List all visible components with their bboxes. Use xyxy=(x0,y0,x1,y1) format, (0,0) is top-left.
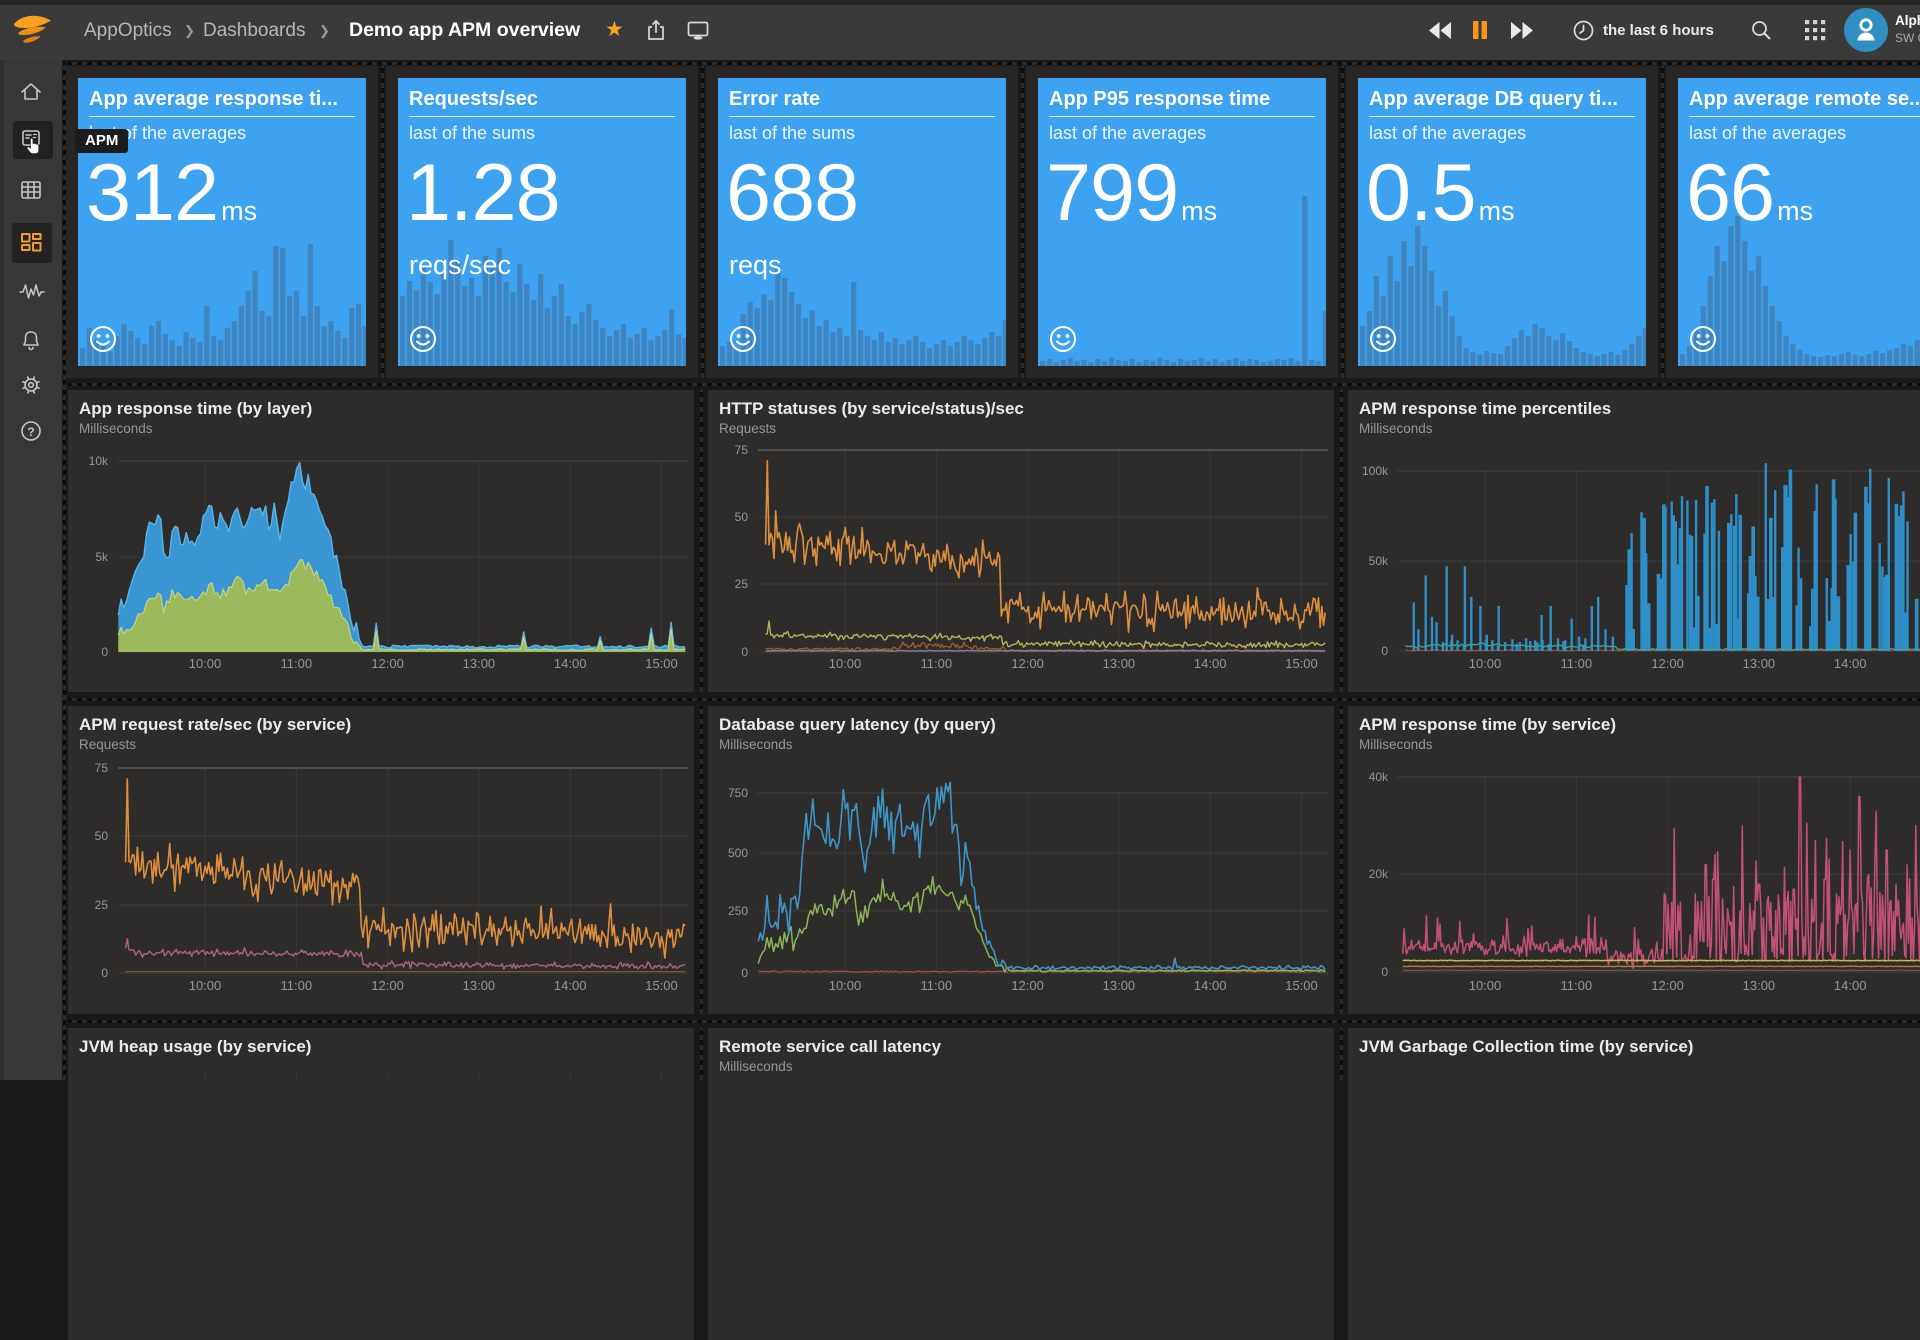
svg-text:12:00: 12:00 xyxy=(371,978,404,993)
svg-text:13:00: 13:00 xyxy=(463,656,496,671)
svg-text:12:00: 12:00 xyxy=(1651,656,1684,671)
svg-text:0: 0 xyxy=(741,966,748,980)
svg-text:75: 75 xyxy=(95,761,109,775)
svg-text:12:00: 12:00 xyxy=(1011,978,1044,993)
svg-text:10:00: 10:00 xyxy=(1469,656,1502,671)
svg-text:500: 500 xyxy=(728,846,748,860)
svg-text:40k: 40k xyxy=(1369,770,1389,784)
svg-text:14:00: 14:00 xyxy=(1194,978,1227,993)
svg-text:20k: 20k xyxy=(1369,867,1389,881)
svg-text:11:00: 11:00 xyxy=(1561,656,1593,671)
svg-text:13:00: 13:00 xyxy=(1743,656,1776,671)
svg-text:12:00: 12:00 xyxy=(1651,978,1684,993)
svg-text:14:00: 14:00 xyxy=(1834,978,1867,993)
svg-text:11:00: 11:00 xyxy=(921,656,953,671)
svg-text:0: 0 xyxy=(101,966,108,980)
svg-text:10:00: 10:00 xyxy=(1469,978,1502,993)
svg-text:25: 25 xyxy=(735,577,749,591)
svg-text:15:00: 15:00 xyxy=(645,656,678,671)
svg-text:75: 75 xyxy=(735,443,749,457)
svg-text:12:00: 12:00 xyxy=(1011,656,1044,671)
svg-text:10:00: 10:00 xyxy=(829,978,862,993)
svg-text:12:00: 12:00 xyxy=(371,656,404,671)
svg-text:11:00: 11:00 xyxy=(1561,978,1593,993)
svg-text:10:00: 10:00 xyxy=(829,656,862,671)
svg-text:14:00: 14:00 xyxy=(554,978,587,993)
svg-text:13:00: 13:00 xyxy=(463,978,496,993)
svg-text:15:00: 15:00 xyxy=(645,978,678,993)
svg-text:50k: 50k xyxy=(1369,554,1389,568)
svg-text:750: 750 xyxy=(728,786,748,800)
svg-text:10k: 10k xyxy=(89,454,109,468)
svg-text:?: ? xyxy=(27,425,34,439)
svg-text:0: 0 xyxy=(101,645,108,659)
svg-text:5k: 5k xyxy=(95,550,109,564)
svg-text:10:00: 10:00 xyxy=(189,656,222,671)
svg-text:100k: 100k xyxy=(1362,464,1389,478)
svg-text:14:00: 14:00 xyxy=(1194,656,1227,671)
svg-text:15:00: 15:00 xyxy=(1285,656,1318,671)
svg-text:13:00: 13:00 xyxy=(1103,978,1136,993)
svg-text:13:00: 13:00 xyxy=(1103,656,1136,671)
svg-text:14:00: 14:00 xyxy=(554,656,587,671)
svg-text:15:00: 15:00 xyxy=(1285,978,1318,993)
svg-text:11:00: 11:00 xyxy=(281,978,313,993)
svg-text:11:00: 11:00 xyxy=(921,978,953,993)
svg-text:0: 0 xyxy=(741,645,748,659)
svg-text:25: 25 xyxy=(95,898,109,912)
svg-text:10:00: 10:00 xyxy=(189,978,222,993)
svg-text:0: 0 xyxy=(1381,965,1388,979)
svg-text:50: 50 xyxy=(735,510,749,524)
svg-text:13:00: 13:00 xyxy=(1743,978,1776,993)
svg-text:11:00: 11:00 xyxy=(281,656,313,671)
svg-text:0: 0 xyxy=(1381,644,1388,658)
svg-text:250: 250 xyxy=(728,904,748,918)
svg-text:14:00: 14:00 xyxy=(1834,656,1867,671)
svg-text:50: 50 xyxy=(95,829,109,843)
